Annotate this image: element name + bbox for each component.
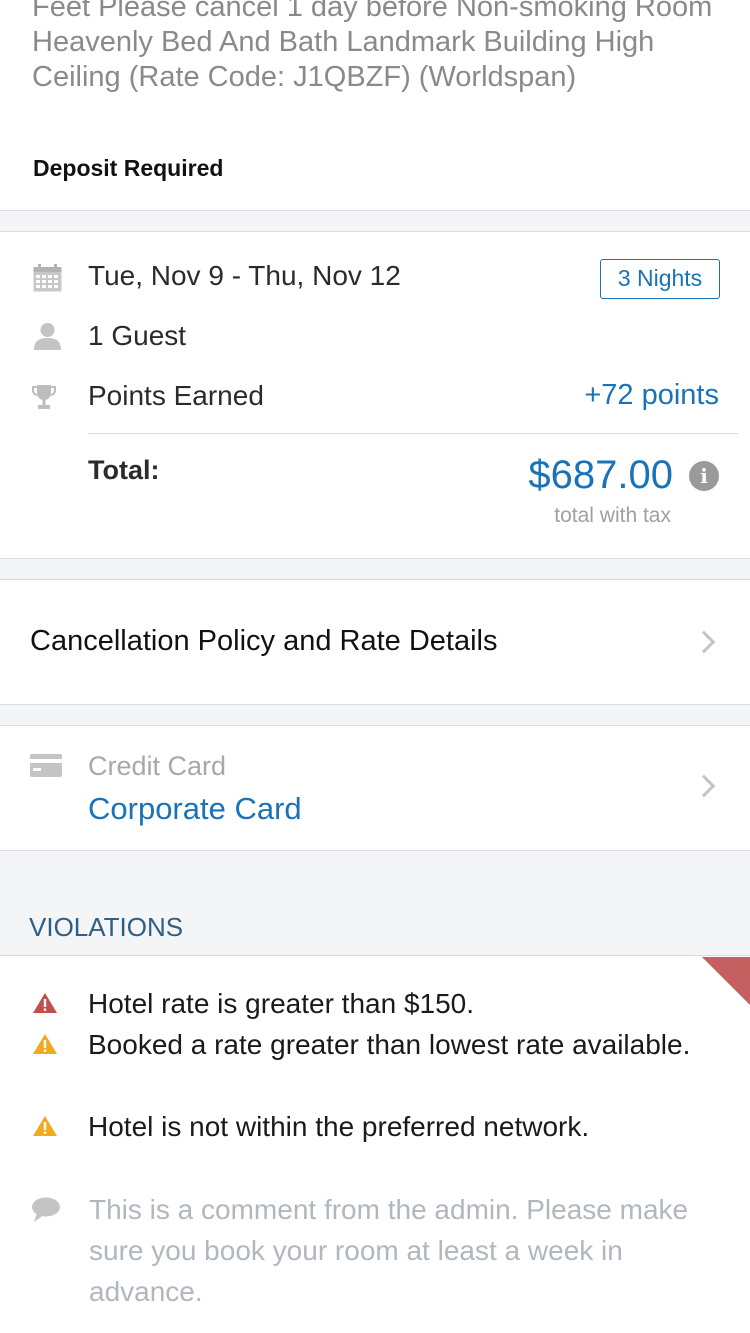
total-label: Total: (88, 455, 160, 485)
deposit-required-label: Deposit Required (33, 155, 224, 181)
credit-card-icon (30, 754, 62, 777)
violations-title: VIOLATIONS (29, 912, 184, 942)
calendar-icon (33, 264, 62, 292)
section-separator (0, 558, 750, 580)
total-price: $687.00 (528, 453, 673, 497)
divider (88, 433, 738, 434)
points-earned-label: Points Earned (88, 380, 264, 411)
payment-type-label: Credit Card (88, 751, 227, 781)
cancellation-policy-label: Cancellation Policy and Rate Details (30, 625, 498, 657)
points-earned-value: +72 points (584, 379, 719, 411)
warning-triangle-icon (33, 993, 57, 1013)
chevron-right-icon (692, 774, 716, 798)
violation-item: Hotel rate is greater than $150. (88, 988, 475, 1019)
admin-comment: This is a comment from the admin. Please… (89, 1194, 689, 1307)
warning-triangle-icon (33, 1034, 57, 1054)
section-separator (0, 210, 750, 232)
info-icon[interactable]: i (689, 461, 719, 491)
payment-card-name: Corporate Card (88, 791, 302, 826)
guest-count: 1 Guest (88, 320, 187, 351)
total-with-tax-label: total with tax (554, 504, 671, 527)
violation-item: Hotel is not within the preferred networ… (88, 1111, 590, 1142)
warning-triangle-icon (33, 1116, 57, 1136)
violation-item: Booked a rate greater than lowest rate a… (88, 1029, 691, 1060)
stay-dates: Tue, Nov 9 - Thu, Nov 12 (88, 260, 401, 291)
person-icon (34, 323, 61, 350)
section-separator (0, 704, 750, 726)
speech-bubble-icon (32, 1197, 60, 1222)
hotel-rate-description: Feet Please cancel 1 day before Non-smok… (32, 0, 713, 93)
trophy-icon (32, 385, 56, 409)
nights-badge: 3 Nights (600, 259, 720, 299)
